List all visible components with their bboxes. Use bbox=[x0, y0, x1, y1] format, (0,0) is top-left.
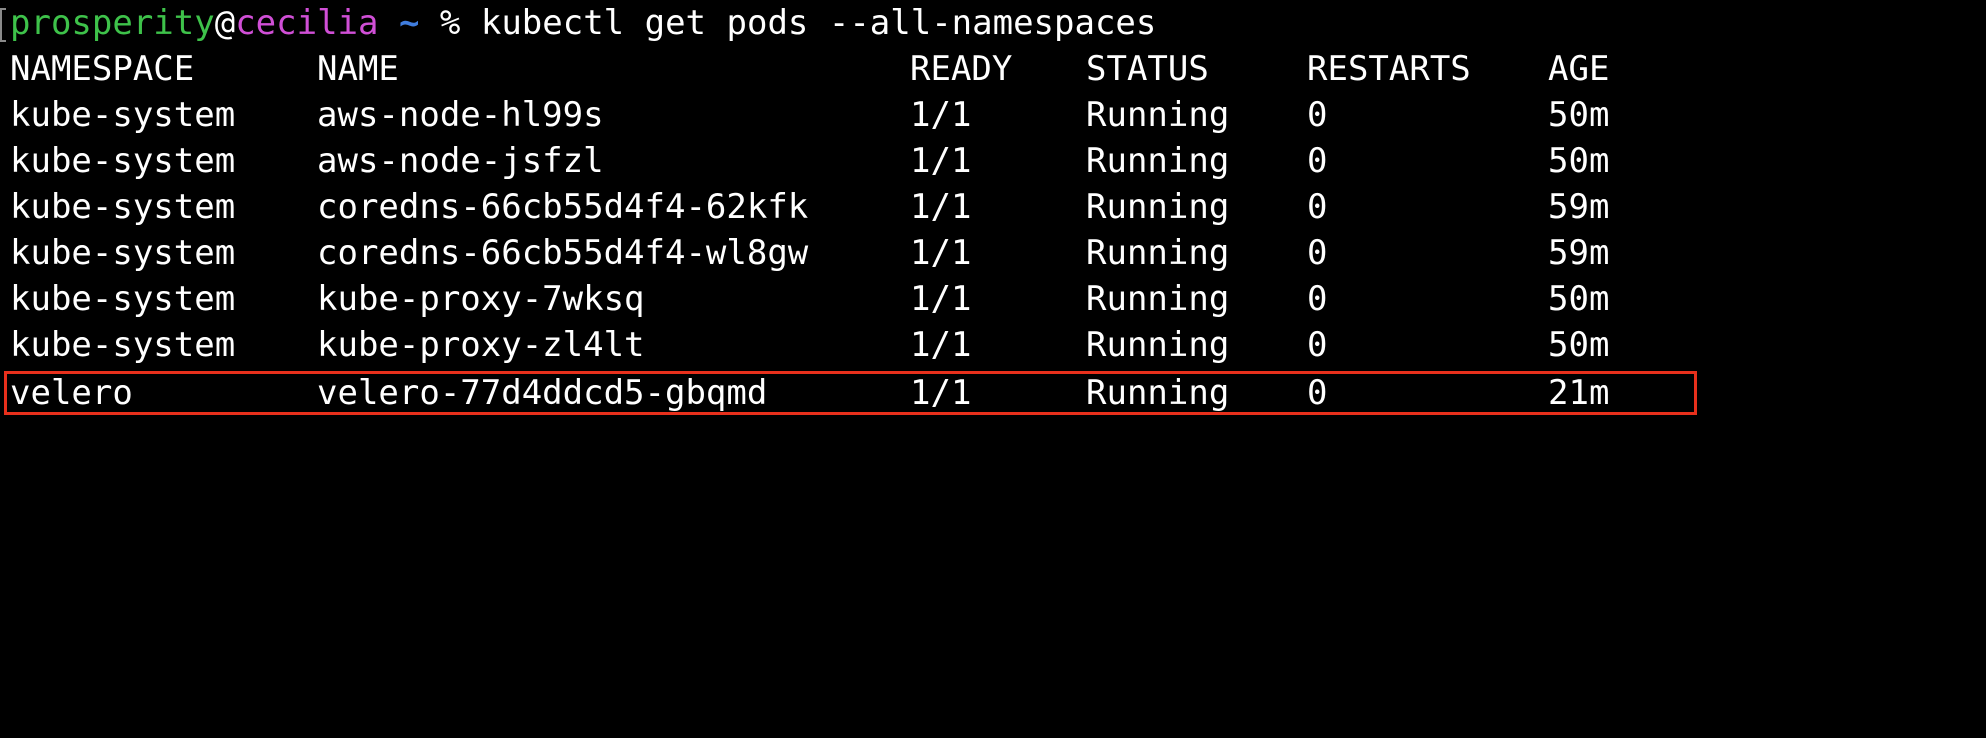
row-pod-name: kube-proxy-zl4lt bbox=[317, 325, 645, 365]
header-name: NAME bbox=[317, 49, 399, 89]
row-restarts: 0 bbox=[1307, 187, 1328, 227]
row-status: Running bbox=[1086, 325, 1230, 365]
prompt-host: cecilia bbox=[235, 3, 379, 43]
table-row: kube-system aws-node-jsfzl 1/1 Running 0… bbox=[10, 138, 1970, 184]
row-ready: 1/1 bbox=[910, 187, 972, 227]
row-ready: 1/1 bbox=[910, 325, 972, 365]
header-age: AGE bbox=[1548, 49, 1610, 89]
table-row: kube-system kube-proxy-7wksq 1/1 Running… bbox=[10, 276, 1970, 322]
header-restarts: RESTARTS bbox=[1307, 49, 1471, 89]
row-status: Running bbox=[1086, 95, 1230, 135]
row-restarts: 0 bbox=[1307, 279, 1328, 319]
row-age: 50m bbox=[1548, 141, 1610, 181]
row-ready: 1/1 bbox=[910, 233, 972, 273]
row-age: 50m bbox=[1548, 279, 1610, 319]
row-restarts: 0 bbox=[1307, 95, 1328, 135]
command-text: % kubectl get pods --all-namespaces bbox=[419, 3, 1157, 43]
terminal-window[interactable]: prosperity@cecilia ~ % kubectl get pods … bbox=[0, 0, 1986, 424]
table-row: kube-system coredns-66cb55d4f4-62kfk 1/1… bbox=[10, 184, 1970, 230]
table-row: kube-system aws-node-hl99s 1/1 Running 0… bbox=[10, 92, 1970, 138]
row-status: Running bbox=[1086, 279, 1230, 319]
row-namespace: kube-system bbox=[10, 141, 236, 181]
table-row: kube-system kube-proxy-zl4lt 1/1 Running… bbox=[10, 322, 1970, 368]
row-pod-name: kube-proxy-7wksq bbox=[317, 279, 645, 319]
header-ready: READY bbox=[910, 49, 1013, 89]
prompt-cwd: ~ bbox=[398, 3, 420, 43]
row-ready: 1/1 bbox=[910, 279, 972, 319]
header-namespace: NAMESPACE bbox=[10, 49, 195, 89]
row-pod-name: aws-node-hl99s bbox=[317, 95, 604, 135]
row-ready: 1/1 bbox=[910, 95, 972, 135]
header-status: STATUS bbox=[1086, 49, 1209, 89]
row-namespace: kube-system bbox=[10, 233, 236, 273]
row-namespace: kube-system bbox=[10, 325, 236, 365]
row-status: Running bbox=[1086, 187, 1230, 227]
row-age: 59m bbox=[1548, 187, 1610, 227]
prompt-user: prosperity bbox=[10, 3, 215, 43]
row-pod-name: aws-node-jsfzl bbox=[317, 141, 604, 181]
row-namespace: kube-system bbox=[10, 95, 236, 135]
table-header: NAMESPACE NAME READY STATUS RESTARTS AGE bbox=[10, 46, 1970, 92]
row-status: Running bbox=[1086, 141, 1230, 181]
row-restarts: 0 bbox=[1307, 141, 1328, 181]
row-namespace: kube-system bbox=[10, 279, 236, 319]
scroll-marker bbox=[0, 8, 6, 42]
table-row: kube-system coredns-66cb55d4f4-wl8gw 1/1… bbox=[10, 230, 1970, 276]
prompt-at: @ bbox=[214, 3, 236, 43]
row-namespace: kube-system bbox=[10, 187, 236, 227]
prompt-line: prosperity@cecilia ~ % kubectl get pods … bbox=[10, 0, 1156, 46]
row-age: 59m bbox=[1548, 233, 1610, 273]
row-restarts: 0 bbox=[1307, 233, 1328, 273]
row-ready: 1/1 bbox=[910, 141, 972, 181]
highlight-box bbox=[4, 371, 1697, 415]
row-pod-name: coredns-66cb55d4f4-wl8gw bbox=[317, 233, 809, 273]
row-pod-name: coredns-66cb55d4f4-62kfk bbox=[317, 187, 809, 227]
row-age: 50m bbox=[1548, 325, 1610, 365]
row-age: 50m bbox=[1548, 95, 1610, 135]
row-restarts: 0 bbox=[1307, 325, 1328, 365]
row-status: Running bbox=[1086, 233, 1230, 273]
